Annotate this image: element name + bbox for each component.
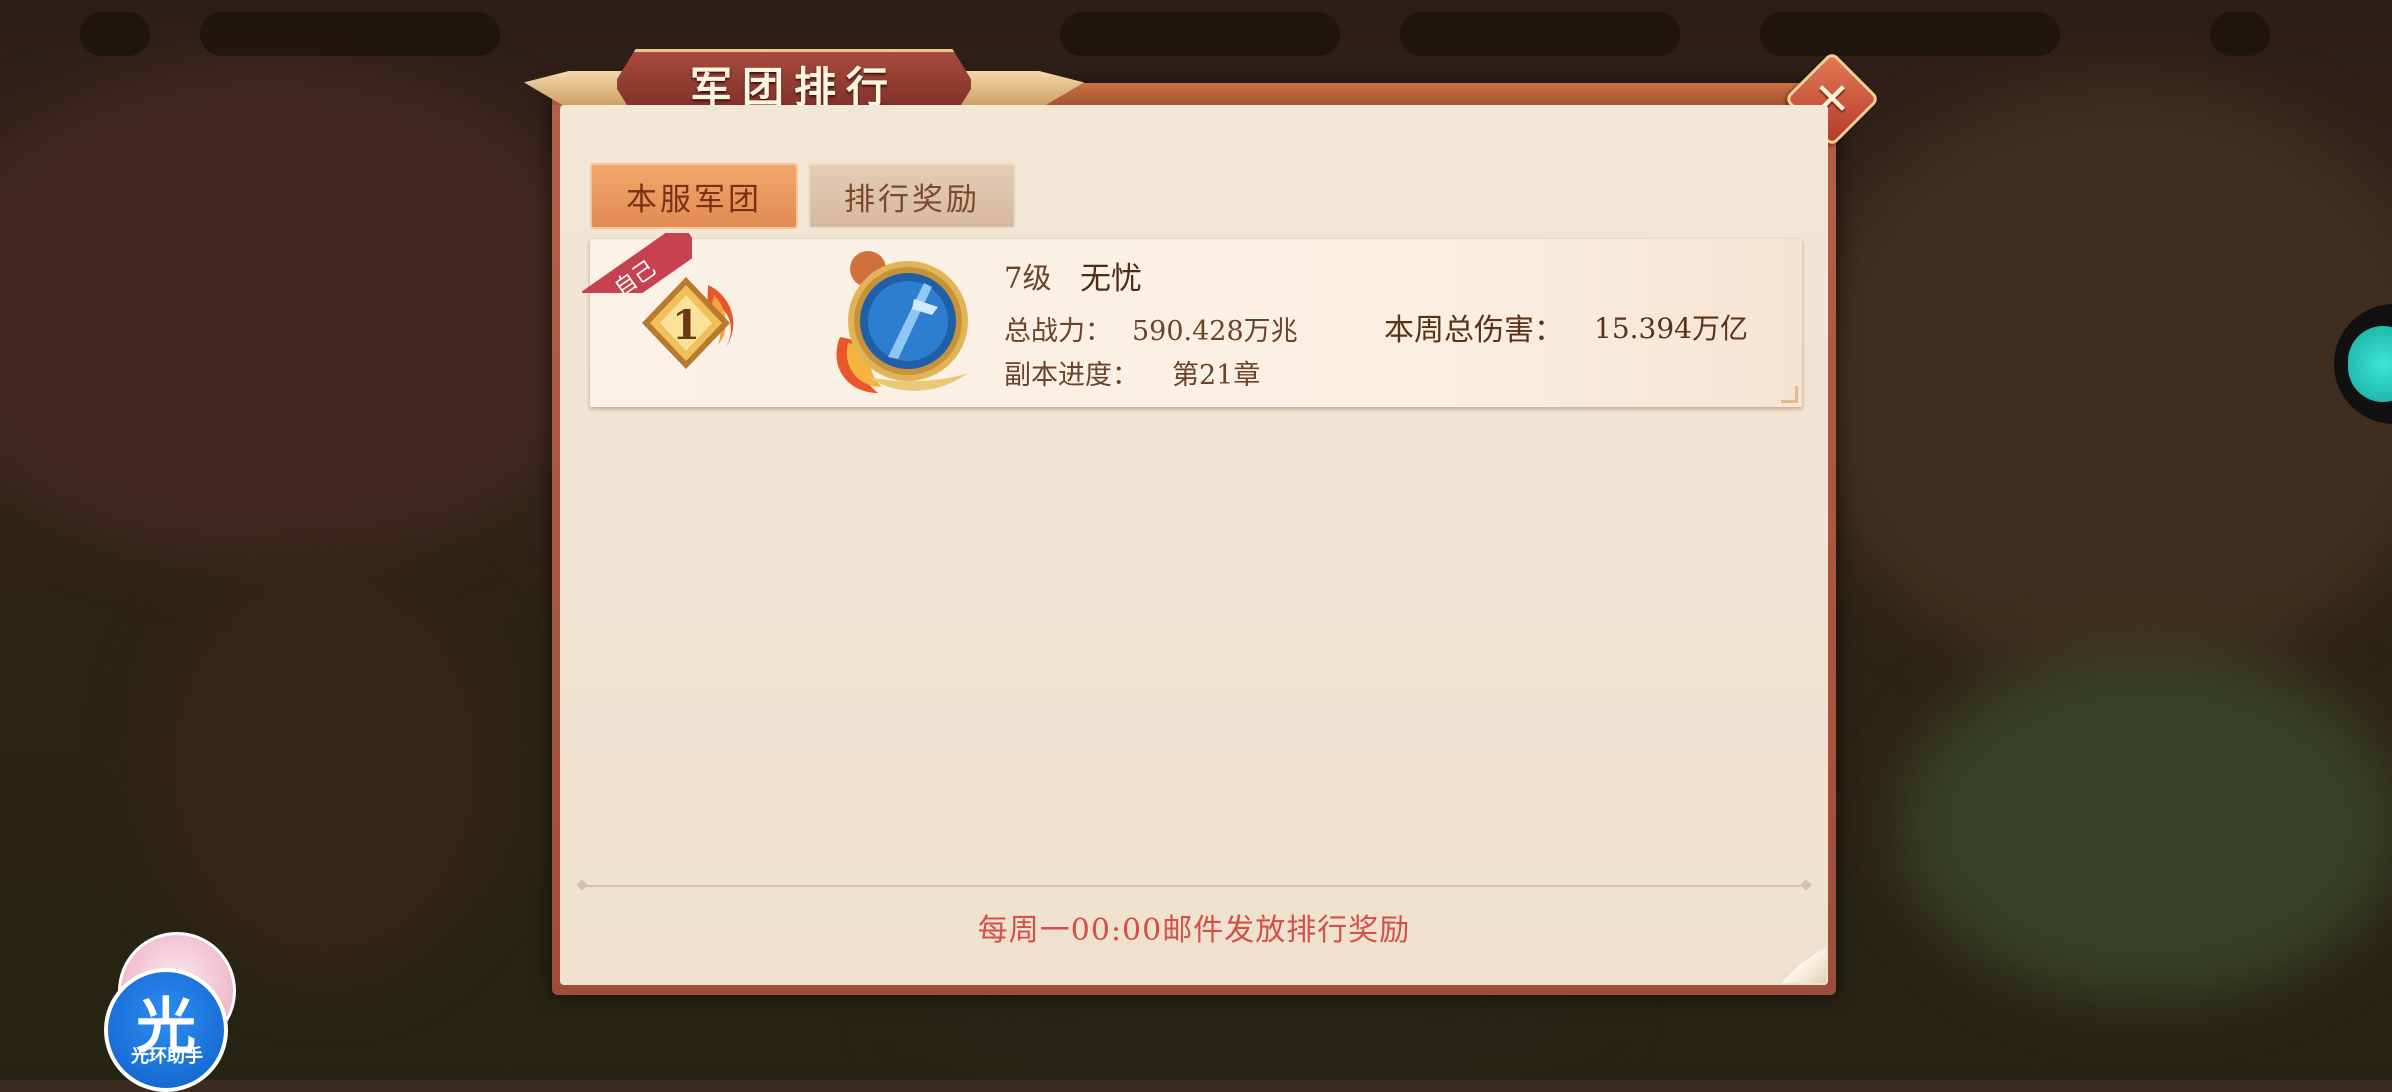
tab-rank-rewards[interactable]: 排行奖励 xyxy=(808,163,1016,229)
side-float-icon xyxy=(2348,326,2392,402)
assistant-float-button[interactable]: 光 光环助手 xyxy=(104,932,244,1092)
hud-menu-button[interactable] xyxy=(80,12,150,56)
assistant-label: 光环助手 xyxy=(131,1046,203,1067)
hud-settings-button[interactable] xyxy=(2210,12,2270,56)
footer-divider xyxy=(582,885,1806,887)
hud-title-bar xyxy=(200,12,500,56)
reward-schedule-note: 每周一00:00邮件发放排行奖励 xyxy=(977,913,1411,948)
power-value: 590.428万兆 xyxy=(1132,316,1298,347)
legion-name: 无忧 xyxy=(1080,261,1142,297)
progress-label: 副本进度： xyxy=(1004,360,1139,391)
legion-rank-row[interactable]: 自己 1 7级 无忧 总战力： 590.428万兆 副本进度： 第21章 本周总… xyxy=(582,233,1802,407)
rank-number: 1 xyxy=(672,302,700,349)
legion-level: 7级 xyxy=(1004,261,1052,295)
power-label: 总战力： xyxy=(1004,316,1112,347)
hud-resource-3[interactable] xyxy=(1760,12,2060,56)
legion-ranking-panel: 军团排行 ✕ 本服军团 排行奖励 自己 1 7级 无忧 总战力： 590.428… xyxy=(524,49,1881,995)
legion-emblem-icon xyxy=(836,251,968,393)
row-corner-decoration xyxy=(1781,386,1798,403)
panel-content: 本服军团 排行奖励 自己 1 7级 无忧 总战力： 590.428万兆 副本进度… xyxy=(560,105,1828,985)
weekly-damage-label: 本周总伤害： xyxy=(1384,313,1564,348)
progress-value: 第21章 xyxy=(1172,360,1261,391)
page-curl-decoration xyxy=(1772,947,1826,983)
hud-resource-1[interactable] xyxy=(1060,12,1340,56)
top-hud xyxy=(0,0,2392,70)
weekly-damage-value: 15.394万亿 xyxy=(1594,312,1748,345)
hud-resource-2[interactable] xyxy=(1400,12,1680,56)
rank-badge-icon: 1 xyxy=(642,277,734,369)
assistant-badge[interactable]: 光 xyxy=(104,968,228,1092)
tab-server-legion[interactable]: 本服军团 xyxy=(590,163,798,229)
